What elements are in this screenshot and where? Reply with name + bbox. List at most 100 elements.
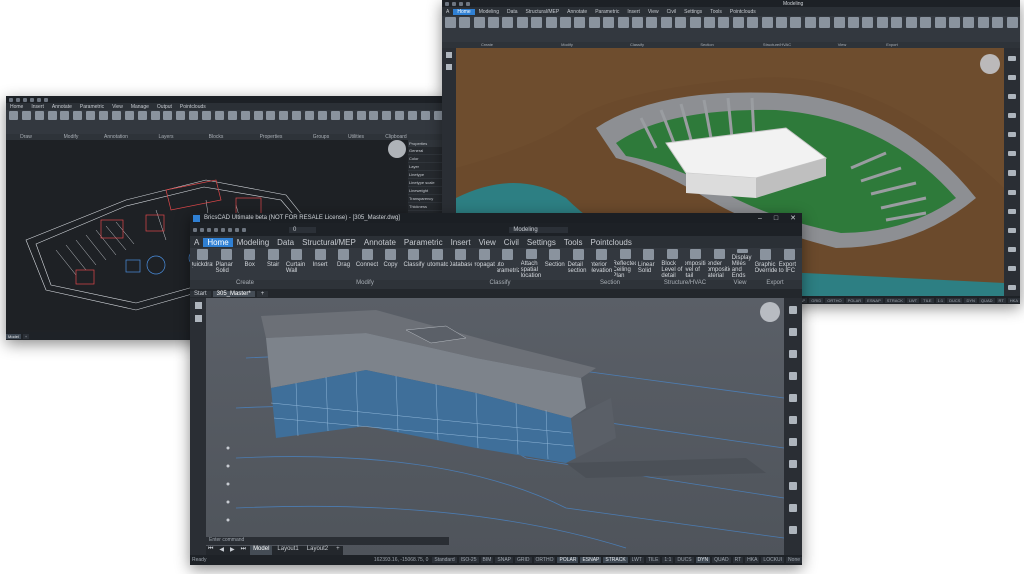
nav-first-icon[interactable]: ⏮	[206, 546, 215, 555]
ribbon-tool-icon[interactable]	[1006, 17, 1018, 41]
snap-icon[interactable]	[194, 315, 202, 322]
ribbon-tool-icon[interactable]	[444, 17, 456, 41]
tab-settings[interactable]: Settings	[523, 238, 560, 247]
status-toggle-grid[interactable]: GRID	[809, 297, 824, 303]
panel-tool-icon[interactable]	[1008, 170, 1016, 176]
tab-tools[interactable]: Tools	[560, 238, 587, 247]
ribbon-tool-icon[interactable]	[559, 17, 571, 41]
status-toggle-iso-25[interactable]: ISO-25	[458, 557, 479, 563]
tab-modeling[interactable]: Modeling	[233, 238, 273, 247]
tab-data[interactable]: Data	[273, 238, 298, 247]
ribbon-tool-icon[interactable]	[977, 17, 989, 41]
ribbon-tool-icon[interactable]	[188, 111, 199, 133]
status-toggle-hka[interactable]: HKA	[745, 557, 760, 563]
ribbon-tool-icon[interactable]	[602, 17, 615, 41]
status-toggle-quad[interactable]: QUAD	[712, 557, 731, 563]
status-toggle-esnap[interactable]: ESNAP	[580, 557, 602, 563]
ribbon-tool-icon[interactable]	[369, 111, 380, 133]
close-icon[interactable]: ✕	[784, 214, 802, 222]
ribbon-tool-icon[interactable]	[703, 17, 716, 41]
doc-tab-add[interactable]: +	[256, 290, 269, 297]
ribbon-tool-icon[interactable]	[761, 17, 773, 41]
ribbon-tool-icon[interactable]	[356, 111, 367, 133]
ribbon-tool-icon[interactable]	[718, 17, 730, 41]
ribbon-tool-icon[interactable]	[819, 17, 831, 41]
status-toggle-strack[interactable]: STRACK	[603, 557, 628, 563]
ribbon-tool-icon[interactable]	[291, 111, 302, 133]
ribbon-tool-icon[interactable]	[278, 111, 289, 133]
tab-structural-mep[interactable]: Structural/MEP	[522, 9, 564, 15]
tab-civil[interactable]: Civil	[663, 9, 680, 15]
ribbon-button-planar-solid[interactable]: Planar Solid	[215, 249, 236, 279]
tab-modeling[interactable]: Modeling	[475, 9, 503, 15]
tab-settings[interactable]: Settings	[680, 9, 706, 15]
ribbon-tool-icon[interactable]	[458, 17, 471, 41]
ribbon-tool-icon[interactable]	[833, 17, 845, 41]
ribbon-button-classify[interactable]: Classify	[403, 249, 424, 279]
ribbon-tool-icon[interactable]	[72, 111, 83, 133]
status-toggle-standard[interactable]: Standard	[432, 557, 457, 563]
ribbon-tool-icon[interactable]	[163, 111, 174, 133]
tab-view[interactable]: View	[108, 104, 127, 110]
status-toggle-tile[interactable]: TILE	[921, 297, 934, 303]
navigation-orb[interactable]	[760, 302, 780, 322]
status-toggle-snap[interactable]: SNAP	[495, 557, 514, 563]
status-toggle-bim[interactable]: BIM	[480, 557, 494, 563]
panel-tool-icon[interactable]	[1008, 227, 1016, 233]
ribbon-tool-icon[interactable]	[21, 111, 32, 133]
ribbon-button-drag[interactable]: Drag	[333, 249, 354, 279]
ribbon-tool-icon[interactable]	[85, 111, 96, 133]
status-toggle-ducs[interactable]: DUCS	[947, 297, 963, 303]
ribbon-tool-icon[interactable]	[847, 17, 860, 41]
tab-view[interactable]: View	[475, 238, 500, 247]
ribbon-tool-icon[interactable]	[675, 17, 687, 41]
ribbon-tool-icon[interactable]	[317, 111, 328, 133]
ribbon-button-quickdraw[interactable]: Quickdraw	[192, 249, 213, 279]
status-toggle-rt[interactable]: RT	[996, 297, 1006, 303]
status-toggle-esnap[interactable]: ESNAP	[865, 297, 883, 303]
ribbon-button-detail-section[interactable]: Detail section	[568, 249, 589, 279]
nav-prev-icon[interactable]: ◀	[217, 546, 226, 555]
ribbon-button-database[interactable]: Database	[450, 249, 472, 279]
navigation-orb[interactable]	[388, 140, 406, 158]
ribbon-tool-icon[interactable]	[175, 111, 186, 133]
ribbon-tool-icon[interactable]	[487, 17, 499, 41]
snap-icon[interactable]	[446, 64, 452, 70]
ribbon-tool-icon[interactable]	[381, 111, 392, 133]
ribbon-tool-icon[interactable]	[545, 17, 557, 41]
ribbon-tool-icon[interactable]	[214, 111, 225, 133]
status-toggle-polar[interactable]: POLAR	[845, 297, 864, 303]
ribbon-button-block-level-of-detail[interactable]: Block Level of detail	[661, 249, 682, 279]
tab-view[interactable]: View	[644, 9, 663, 15]
tab-home[interactable]: Home	[453, 8, 475, 15]
ribbon-button-box[interactable]: Box	[239, 249, 260, 279]
ribbon-button-section[interactable]: Section	[544, 249, 565, 279]
layout-tab-layout1[interactable]: Layout1	[274, 546, 301, 555]
panel-tool-icon[interactable]	[1008, 75, 1016, 81]
ribbon-tool-icon[interactable]	[747, 17, 759, 41]
ribbon-tool-icon[interactable]	[240, 111, 251, 133]
panel-tool-icon[interactable]	[789, 504, 797, 512]
status-toggle-tile[interactable]: TILE	[645, 557, 661, 563]
tab-home[interactable]: Home	[6, 104, 27, 110]
panel-tool-icon[interactable]	[1008, 208, 1016, 214]
status-toggle-none[interactable]: None	[786, 557, 802, 563]
model-viewport[interactable]: Enter command ⏮ ◀ ▶ ⏭ Model Layout1 Layo…	[206, 298, 784, 555]
panel-tool-icon[interactable]	[1008, 246, 1016, 252]
ribbon-button-propagate[interactable]: Propagate	[474, 249, 495, 279]
tab-annotate[interactable]: Annotate	[360, 238, 400, 247]
ribbon-button-export-to-ifc[interactable]: Export to IFC	[779, 249, 800, 279]
ribbon-tool-icon[interactable]	[266, 111, 277, 133]
ribbon-tool-icon[interactable]	[790, 17, 802, 41]
ribbon-button-insert[interactable]: Insert	[309, 249, 330, 279]
status-toggle-ortho[interactable]: ORTHO	[825, 297, 844, 303]
tab-annotate[interactable]: Annotate	[48, 104, 76, 110]
ribbon-tool-icon[interactable]	[775, 17, 788, 41]
tab-tools[interactable]: Tools	[706, 9, 726, 15]
panel-tool-icon[interactable]	[789, 328, 797, 336]
ribbon-tool-icon[interactable]	[473, 17, 485, 41]
ribbon-tool-icon[interactable]	[530, 17, 543, 41]
status-toggle-dyn[interactable]: DYN	[695, 557, 711, 563]
panel-tool-icon[interactable]	[1008, 132, 1016, 138]
ribbon-tool-icon[interactable]	[876, 17, 888, 41]
